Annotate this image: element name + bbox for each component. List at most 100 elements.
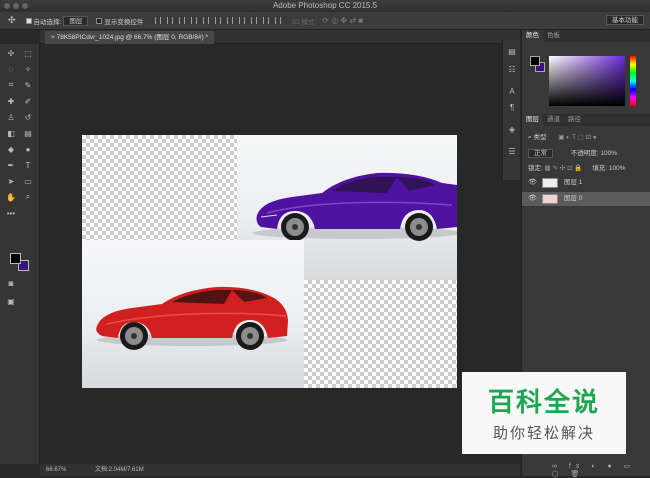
filter-icons[interactable]: ▣ ◐ T ⬚ ⊡ ●: [558, 134, 596, 141]
layer-row-0[interactable]: 👁 图层 0: [522, 192, 650, 206]
panel-foreground-swatch[interactable]: [530, 56, 540, 66]
path-selection-tool-icon[interactable]: ➤: [5, 176, 17, 186]
align-buttons[interactable]: [155, 17, 282, 24]
transparent-region: [304, 280, 457, 388]
tab-paths[interactable]: 路径: [564, 114, 585, 126]
tab-layers[interactable]: 图层: [522, 114, 543, 126]
auto-select-checkbox[interactable]: [25, 17, 32, 24]
align-icon[interactable]: [215, 17, 222, 24]
color-spectrum[interactable]: [549, 56, 625, 106]
tab-color[interactable]: 颜色: [522, 30, 543, 42]
align-icon[interactable]: [167, 17, 174, 24]
type-tool-icon[interactable]: T: [22, 160, 34, 170]
show-transform-checkbox[interactable]: [96, 17, 103, 24]
collapsed-panels: ▤ ☷ A ¶ ◈ ☰: [502, 40, 520, 180]
rectangle-tool-icon[interactable]: ▭: [22, 176, 34, 186]
close-window-button[interactable]: [4, 3, 10, 9]
align-icon[interactable]: [155, 17, 162, 24]
magic-wand-tool-icon[interactable]: ✧: [22, 64, 34, 74]
tab-swatches[interactable]: 色板: [543, 30, 564, 42]
visibility-eye-icon[interactable]: 👁: [528, 192, 537, 206]
status-bar: 66.67% 文档:2.04M/7.61M: [40, 464, 520, 476]
screen-mode-icon[interactable]: ▣: [5, 296, 17, 306]
distribute-icon[interactable]: [227, 17, 234, 24]
window-controls[interactable]: [4, 3, 28, 9]
adjustments-panel-icon[interactable]: ☰: [506, 146, 518, 156]
red-car-layer: [82, 240, 304, 388]
lock-icons[interactable]: ▦ ✎ ✣ ⊡ 🔒: [545, 165, 583, 172]
layer-thumbnail: [542, 178, 558, 188]
distribute-icon[interactable]: [275, 17, 282, 24]
document-canvas[interactable]: [82, 135, 457, 388]
lasso-tool-icon[interactable]: ◌: [5, 64, 17, 74]
align-icon[interactable]: [191, 17, 198, 24]
watermark-logo: 百科全说 助你轻松解决: [462, 372, 626, 454]
dodge-tool-icon[interactable]: ●: [22, 144, 34, 154]
history-brush-tool-icon[interactable]: ↺: [22, 112, 34, 122]
lock-row: 锁定: ▦ ✎ ✣ ⊡ 🔒 填充: 100%: [528, 162, 626, 172]
mode-3d-label: 3D 模式:: [291, 18, 317, 26]
blend-row: 正常 不透明度: 100%: [528, 147, 617, 158]
align-icon[interactable]: [203, 17, 210, 24]
align-icon[interactable]: [179, 17, 186, 24]
eyedropper-tool-icon[interactable]: ✎: [22, 80, 34, 90]
crop-tool-icon[interactable]: ⌗: [5, 80, 17, 90]
canvas-area[interactable]: [40, 45, 520, 464]
opacity-label: 不透明度:: [570, 150, 599, 157]
auto-select-label: 自动选择:: [33, 18, 62, 26]
properties-panel-icon[interactable]: ☷: [506, 64, 518, 74]
layer-name: 图层 1: [564, 179, 583, 186]
move-tool-icon[interactable]: ✣: [5, 48, 17, 58]
distribute-icon[interactable]: [263, 17, 270, 24]
move-tool-icon[interactable]: ✣: [8, 15, 16, 26]
foreground-color-swatch[interactable]: [10, 253, 21, 264]
watermark-subtitle: 助你轻松解决: [492, 425, 595, 442]
title-bar: Adobe Photoshop CC 2015.5: [0, 0, 650, 12]
workspace-dropdown[interactable]: 基本功能: [606, 15, 644, 25]
blur-tool-icon[interactable]: ◆: [5, 144, 17, 154]
gradient-tool-icon[interactable]: ▤: [22, 128, 34, 138]
layer-row-1[interactable]: 👁 图层 1: [522, 176, 650, 190]
hand-tool-icon[interactable]: ✋: [5, 192, 17, 202]
document-tab-bar: × 78K58PICdvr_1024.jpg @ 66.7% (图层 0, RG…: [40, 30, 520, 44]
layer-thumbnail: [542, 194, 558, 204]
visibility-eye-icon[interactable]: 👁: [528, 176, 537, 190]
distribute-icon[interactable]: [239, 17, 246, 24]
minimize-window-button[interactable]: [13, 3, 19, 9]
layer-name: 图层 0: [564, 195, 583, 202]
tab-channels[interactable]: 通道: [543, 114, 564, 126]
document-tab[interactable]: × 78K58PICdvr_1024.jpg @ 66.7% (图层 0, RG…: [45, 31, 215, 44]
show-transform-label: 显示变换控件: [104, 18, 144, 26]
quick-mask-icon[interactable]: ◙: [5, 278, 17, 288]
eraser-tool-icon[interactable]: ◧: [5, 128, 17, 138]
healing-brush-tool-icon[interactable]: ✚: [5, 96, 17, 106]
brush-tool-icon[interactable]: ✐: [22, 96, 34, 106]
more-tools-icon[interactable]: •••: [5, 208, 17, 218]
layer-filter-row: ⌕ 类型 ▣ ◐ T ⬚ ⊡ ●: [528, 131, 597, 142]
watermark-title: 百科全说: [487, 387, 600, 417]
color-panel-tabs: 颜色 色板: [522, 30, 650, 42]
app-title: Adobe Photoshop CC 2015.5: [272, 1, 378, 10]
clone-stamp-tool-icon[interactable]: ♙: [5, 112, 17, 122]
opacity-value[interactable]: 100%: [600, 150, 617, 157]
layer-filter-dropdown[interactable]: 类型: [533, 134, 546, 141]
tools-panel: ✣ ⬚ ◌ ✧ ⌗ ✎ ✚ ✐ ♙ ↺ ◧ ▤ ◆ ● ✒ T ➤ ▭ ✋ ⌕ …: [0, 44, 40, 464]
distribute-icon[interactable]: [251, 17, 258, 24]
zoom-level[interactable]: 66.67%: [46, 464, 66, 476]
auto-select-dropdown[interactable]: 图层: [63, 15, 89, 26]
character-panel-icon[interactable]: A: [506, 86, 518, 96]
history-panel-icon[interactable]: ▤: [506, 46, 518, 56]
fill-value[interactable]: 100%: [609, 165, 626, 172]
3d-panel-icon[interactable]: ◈: [506, 124, 518, 134]
document-tab-title: 78K58PICdvr_1024.jpg @ 66.7% (图层 0, RGB/…: [56, 34, 209, 41]
rotate-3d-icon[interactable]: ⟳ ◎ ✥ ⇄ ■: [322, 16, 363, 25]
blend-mode-dropdown[interactable]: 正常: [528, 149, 553, 158]
red-car-image: [96, 286, 288, 350]
paragraph-panel-icon[interactable]: ¶: [506, 102, 518, 112]
zoom-window-button[interactable]: [22, 3, 28, 9]
pen-tool-icon[interactable]: ✒: [5, 160, 17, 170]
hue-slider[interactable]: [630, 56, 636, 106]
marquee-tool-icon[interactable]: ⬚: [22, 48, 34, 58]
document-size[interactable]: 文档:2.04M/7.61M: [95, 464, 144, 476]
zoom-tool-icon[interactable]: ⌕: [22, 192, 34, 202]
